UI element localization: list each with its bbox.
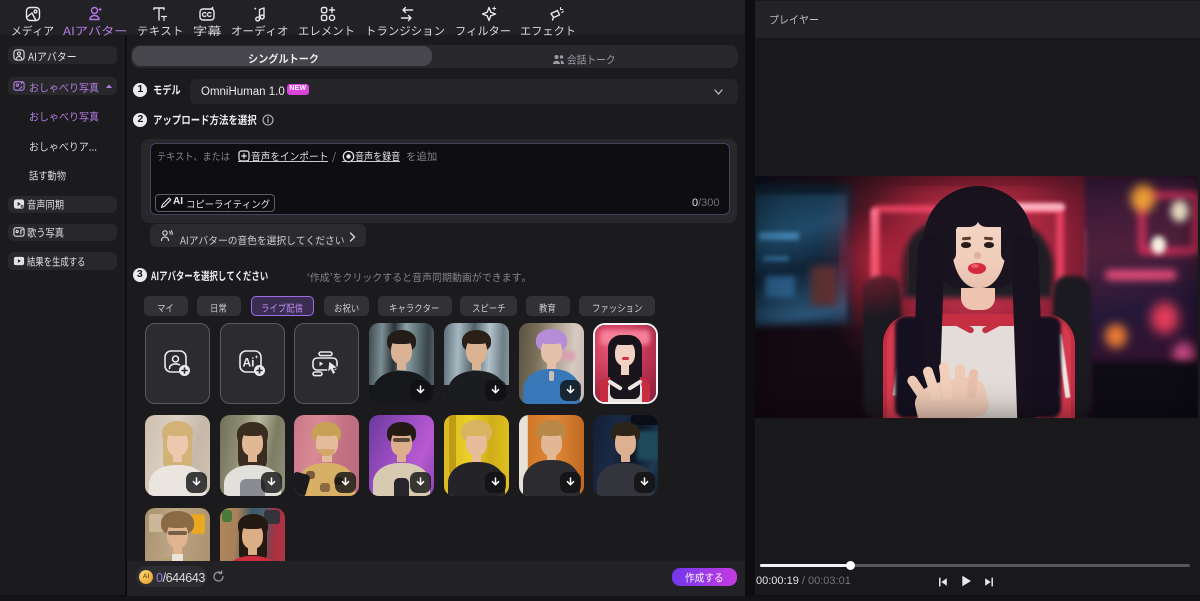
svg-text:Ai: Ai — [242, 356, 254, 370]
